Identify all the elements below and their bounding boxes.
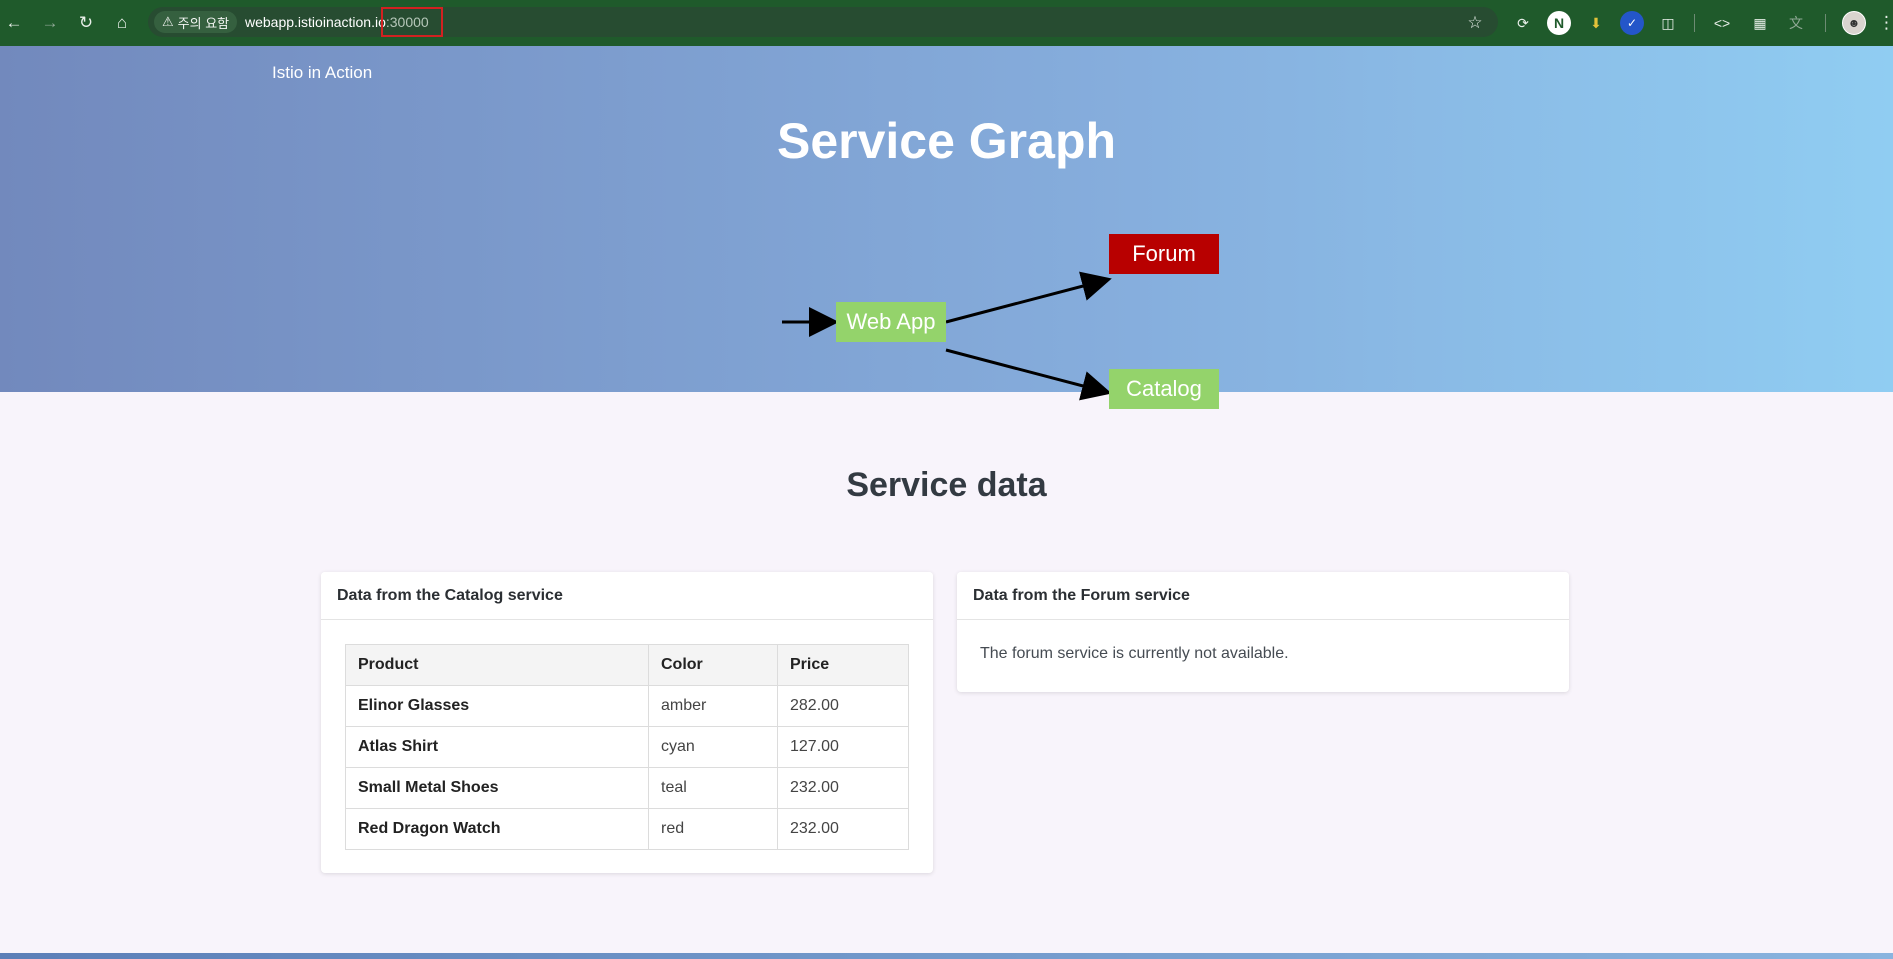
brand-link[interactable]: Istio in Action xyxy=(272,63,372,83)
cell-color: teal xyxy=(648,767,778,809)
layout-icon[interactable]: ▦ xyxy=(1748,11,1772,35)
security-warning-chip[interactable]: ⚠ 주의 요함 xyxy=(154,11,238,33)
translate-icon[interactable]: 文 xyxy=(1784,11,1808,35)
forward-arrow-icon[interactable]: → xyxy=(36,9,64,37)
section-title: Service data xyxy=(846,466,1047,504)
forum-status-message: The forum service is currently not avail… xyxy=(980,645,1289,662)
page-title: Service Graph xyxy=(776,113,1117,169)
star-icon[interactable]: ☆ xyxy=(1461,9,1489,37)
service-graph: Web App Forum Catalog xyxy=(770,234,1230,438)
port-highlight-box xyxy=(381,7,443,37)
n-extension-icon[interactable]: N xyxy=(1547,11,1571,35)
cell-color: red xyxy=(648,808,778,850)
forum-card-title: Data from the Forum service xyxy=(957,572,1569,620)
table-header-row: Product Color Price xyxy=(345,644,909,686)
profile-avatar[interactable]: ☻ xyxy=(1842,11,1866,35)
download-extension-icon[interactable]: ⬇ xyxy=(1584,11,1608,35)
reload-icon[interactable]: ↻ xyxy=(72,9,100,37)
cell-product: Atlas Shirt xyxy=(345,726,649,768)
node-webapp: Web App xyxy=(836,302,946,342)
column-header-product: Product xyxy=(345,644,649,686)
cell-price: 282.00 xyxy=(777,685,909,727)
hero-banner: Istio in Action Service Graph Web App Fo… xyxy=(0,46,1893,409)
code-icon[interactable]: <> xyxy=(1710,11,1734,35)
home-icon[interactable]: ⌂ xyxy=(108,9,136,37)
browser-toolbar: ← → ↻ ⌂ ⚠ 주의 요함 webapp.istioinaction.io:… xyxy=(0,0,1893,46)
table-row: Elinor Glasses amber 282.00 xyxy=(345,685,909,727)
extension-icon[interactable]: ◫ xyxy=(1656,11,1680,35)
check-extension-icon[interactable]: ✓ xyxy=(1620,11,1644,35)
column-header-price: Price xyxy=(777,644,909,686)
catalog-card: Data from the Catalog service Product Co… xyxy=(321,572,933,873)
cell-color: amber xyxy=(648,685,778,727)
catalog-table: Product Color Price Elinor Glasses amber… xyxy=(345,644,909,850)
forum-card: Data from the Forum service The forum se… xyxy=(957,572,1569,692)
table-row: Atlas Shirt cyan 127.00 xyxy=(345,726,909,768)
cell-price: 127.00 xyxy=(777,726,909,768)
table-row: Small Metal Shoes teal 232.00 xyxy=(345,767,909,809)
url-host: webapp.istioinaction.io xyxy=(245,14,386,30)
back-arrow-icon[interactable]: ← xyxy=(0,9,28,37)
cell-color: cyan xyxy=(648,726,778,768)
warning-icon: ⚠ xyxy=(162,14,174,29)
cell-product: Red Dragon Watch xyxy=(345,808,649,850)
table-row: Red Dragon Watch red 232.00 xyxy=(345,808,909,850)
toolbar-divider xyxy=(1825,14,1826,32)
footer-bar xyxy=(0,953,1893,959)
menu-icon[interactable]: ⋮ xyxy=(1878,9,1893,37)
security-warning-label: 주의 요함 xyxy=(177,15,230,31)
column-header-color: Color xyxy=(648,644,778,686)
cell-price: 232.00 xyxy=(777,767,909,809)
sync-extension-icon[interactable]: ⟳ xyxy=(1511,11,1535,35)
edge-webapp-catalog xyxy=(945,348,1112,401)
toolbar-divider xyxy=(1694,14,1695,32)
catalog-card-title: Data from the Catalog service xyxy=(321,572,933,620)
cell-product: Small Metal Shoes xyxy=(345,767,649,809)
node-forum: Forum xyxy=(1109,234,1219,274)
cell-price: 232.00 xyxy=(777,808,909,850)
address-bar[interactable]: ⚠ 주의 요함 webapp.istioinaction.io:30000 xyxy=(148,7,1498,37)
cell-product: Elinor Glasses xyxy=(345,685,649,727)
edge-webapp-forum xyxy=(945,271,1112,324)
node-catalog: Catalog xyxy=(1109,369,1219,409)
